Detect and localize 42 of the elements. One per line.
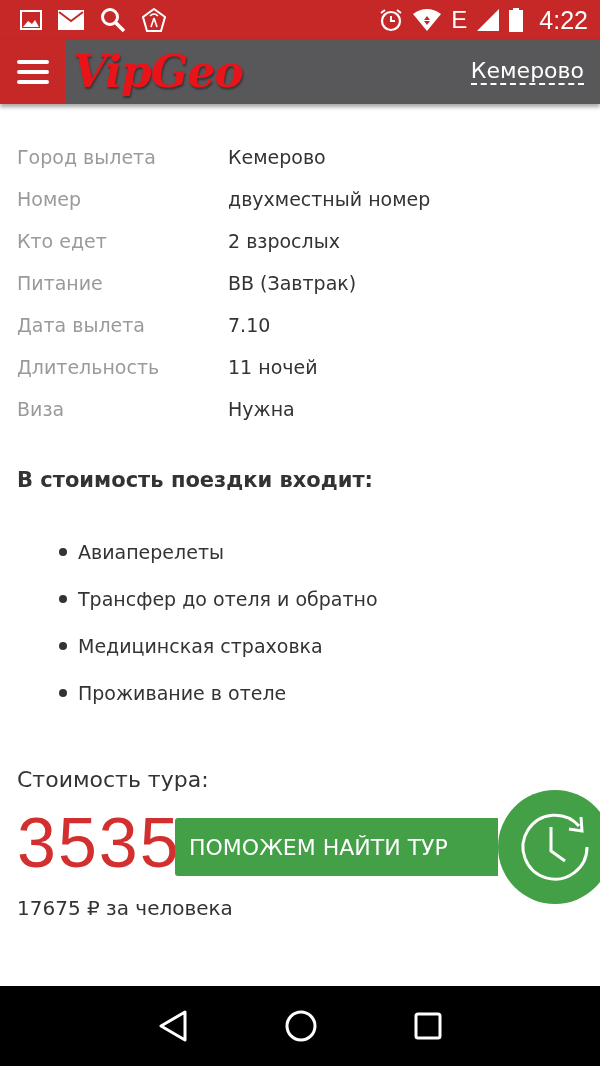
clock-time: 4:22 — [539, 5, 588, 35]
detail-label: Кто едет — [17, 230, 108, 252]
battery-icon — [509, 8, 524, 32]
search-icon — [100, 7, 126, 33]
detail-value: Кемерово — [228, 146, 326, 168]
menu-icon — [16, 59, 49, 85]
bullet-icon — [59, 688, 67, 697]
included-item: Трансфер до отеля и обратно — [78, 587, 378, 610]
mail-icon — [58, 10, 84, 30]
home-icon[interactable] — [285, 1010, 317, 1042]
detail-label: Дата вылета — [17, 314, 146, 336]
wifi-icon — [413, 9, 442, 31]
detail-label: Питание — [17, 272, 104, 294]
detail-value: 7.10 — [228, 314, 271, 336]
image-icon — [20, 10, 42, 30]
detail-value: 2 взрослых — [228, 230, 340, 252]
city-link[interactable]: Кемерово — [470, 58, 584, 86]
recents-icon[interactable] — [413, 1012, 442, 1040]
detail-label: Номер — [17, 188, 82, 210]
detail-label: Город вылета — [17, 146, 157, 168]
signal-icon — [477, 9, 500, 31]
network-type: E — [451, 6, 468, 34]
section-heading: В стоимость поездки входит: — [17, 468, 374, 492]
detail-value: двухместный номер — [228, 188, 431, 210]
bullet-icon — [59, 641, 67, 650]
detail-value: BB (Завтрак) — [228, 272, 357, 294]
price-label: Стоимость тура: — [17, 767, 210, 792]
included-item: Проживание в отеле — [78, 681, 287, 704]
included-item: Авиаперелеты — [78, 540, 224, 563]
detail-value: Нужна — [228, 398, 295, 420]
detail-label: Виза — [17, 398, 66, 420]
back-icon[interactable] — [158, 1010, 189, 1042]
price-per-person: 17675 ₽ за человека — [17, 896, 234, 920]
menu-button[interactable] — [0, 40, 65, 104]
bullet-icon — [59, 547, 67, 556]
bullet-icon — [59, 594, 67, 603]
detail-value: 11 ночей — [228, 356, 318, 378]
alarm-icon — [379, 8, 404, 32]
help-button[interactable]: ПОМОЖЕМ НАЙТИ ТУР — [175, 818, 498, 876]
antenna-icon — [142, 8, 166, 32]
detail-label: Длительность — [17, 356, 161, 378]
included-item: Медицинская страховка — [78, 634, 323, 657]
